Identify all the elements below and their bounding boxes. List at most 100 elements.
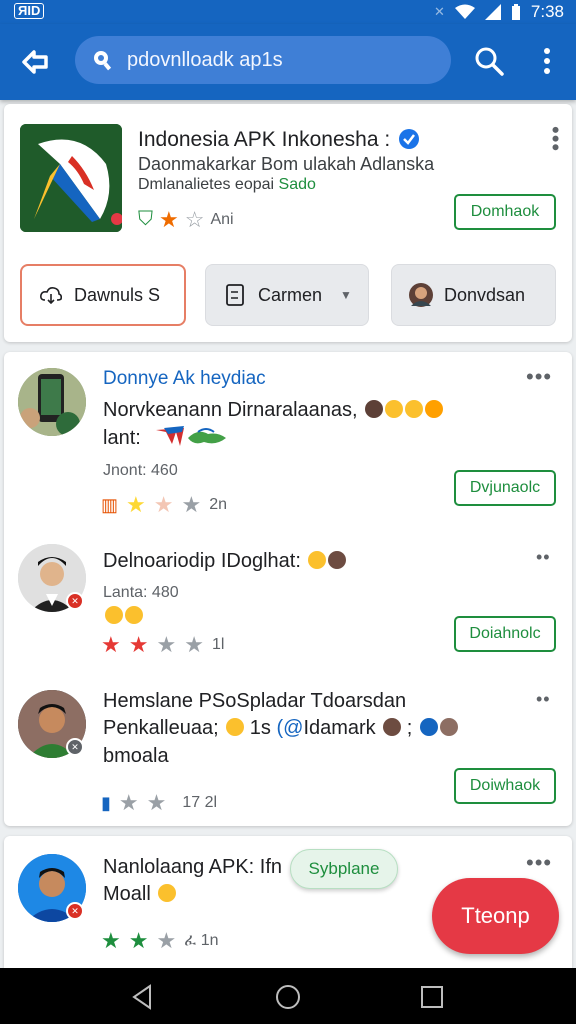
emoji-icon [405,400,424,418]
emoji-icon [385,400,404,418]
emoji-icon [328,551,347,569]
download-button[interactable]: Doiahnolc [454,616,556,652]
rating-label: 2n [209,496,228,513]
review-text-line2: bmoala [103,745,169,767]
app-subdescription: Dmlanalietes eopai Sado [138,176,316,193]
review-text-line2: lant: [103,424,228,452]
overflow-menu-icon[interactable] [534,44,560,78]
star-icon: ★ [118,790,139,815]
chip-downloads[interactable]: Dawnuls S [20,264,186,326]
nav-recents-icon[interactable] [420,985,444,1009]
chevron-down-icon: ▼ [340,288,352,302]
star-icon: ★ [128,632,149,657]
app-rating: ⛉ ★ ☆ Ani [138,208,234,231]
search-input[interactable]: pdovnlloadk ap1s [75,36,451,84]
review-text: Moall [103,880,177,908]
app-more-icon[interactable]: ••• [543,126,568,152]
emoji-icon [419,718,438,736]
emoji-icon [425,400,444,418]
app-description: Daonmakarkar Bom ulakah Adlanska [138,154,435,174]
wifi-icon [454,4,475,19]
chip-label: Dawnuls S [74,284,161,305]
reaction-emojis [103,606,143,627]
gift-icon: ⛉ [138,208,153,230]
chip-label: Carmen [258,284,323,305]
chip-category[interactable]: Carmen ▼ [205,264,369,326]
review-rating: ▮ ★ ★ 17 2l [101,792,217,814]
review-more-icon[interactable]: ••• [526,366,552,388]
navigation-bar [0,968,576,1024]
star-icon: ★ [101,632,121,657]
cloud-download-icon [38,282,64,308]
battery-icon [511,4,520,20]
review-more-icon[interactable]: •• [536,548,551,566]
back-arrow-icon[interactable] [18,44,54,80]
review-text: Norvkeanann Dirnaralaanas, [103,396,444,424]
status-badge: ЯID [14,3,45,19]
badge-icon: ✕ [66,902,84,920]
search-icon[interactable] [472,44,506,78]
avatar[interactable] [18,368,86,436]
star-outline-icon: ☆ [184,206,205,232]
review-more-icon[interactable]: •• [536,690,551,708]
star-icon: ★ [128,928,149,953]
star-icon: ★ [101,928,121,953]
bar-chart-icon: ▥ [101,494,119,515]
flag-sticker-icon [156,426,227,446]
review-author: Hemslane PSoSpladar Tdoarsdan [103,690,407,712]
app-tag: Sado [278,176,316,193]
download-button[interactable]: Doiwhaok [454,768,556,804]
review-author: Donnye Ak heydiac [103,368,266,389]
chip-label: Donvdsan [444,284,526,305]
emoji-icon [308,551,327,569]
star-icon: ★ [146,790,167,815]
review-author: Nanlolaang APK: Ifn [103,856,283,878]
rating-label: 17 2l [182,794,218,811]
emoji-icon [226,718,245,736]
emoji-icon [383,718,402,736]
star-icon: ★ [153,492,174,517]
app-bar: pdovnlloadk ap1s [0,24,576,100]
star-icon: ★ [181,492,202,517]
verified-badge-icon [399,129,419,149]
emoji-icon [158,884,177,902]
star-icon: ★ [184,632,204,657]
app-icon[interactable] [20,124,122,232]
review-rating: ★ ★ ★ ★ 1l [101,634,224,656]
download-button[interactable]: Domhaok [454,194,556,230]
review-author: Delnoariodip IDoglhat: [103,550,347,573]
review-rating: ★ ★ ★ ፈ 1n [101,930,218,952]
nfc-icon: ✕ [434,4,445,19]
status-time: 7:38 [530,2,564,21]
app-title: Indonesia APK Inkonesha : [138,128,391,151]
review-text: Penkalleuaa; 1s (@Idamark ; [103,714,458,742]
chip-developer[interactable]: Donvdsan [391,264,556,326]
emoji-icon [365,400,384,418]
emoji-icon [105,606,123,624]
nav-home-icon[interactable] [275,984,301,1010]
review-more-icon[interactable]: ••• [526,852,552,874]
toast-chip[interactable]: Sybplane [290,849,398,889]
emoji-icon [125,606,143,624]
star-icon: ★ [126,492,146,517]
status-bar: ЯID ✕ 7:38 [0,0,576,24]
search-query: pdovnlloadk ap1s [127,49,283,71]
star-icon: ★ [159,206,179,232]
star-icon: ★ [156,928,177,953]
nav-back-icon[interactable] [130,984,154,1010]
star-icon: ★ [156,632,177,657]
document-icon [222,282,248,308]
app-card: Indonesia APK Inkonesha : ••• Daonmakark… [4,104,572,342]
app-meta-label: Ani [210,210,234,228]
search-lock-icon [94,51,112,71]
developer-avatar [408,282,434,308]
reviews-card: Donnye Ak heydiac ••• Norvkeanann Dirnar… [4,352,572,826]
bookmark-icon: ▮ [101,792,111,813]
floating-action-button[interactable]: Tteonp [432,878,559,954]
badge-icon: ✕ [66,738,84,756]
rating-label: ፈ 1n [184,932,219,949]
download-button[interactable]: Dvjunaolc [454,470,556,506]
at-icon: (@ [276,717,304,739]
review-count: Lanta: 480 [103,584,179,601]
badge-icon: ✕ [66,592,84,610]
